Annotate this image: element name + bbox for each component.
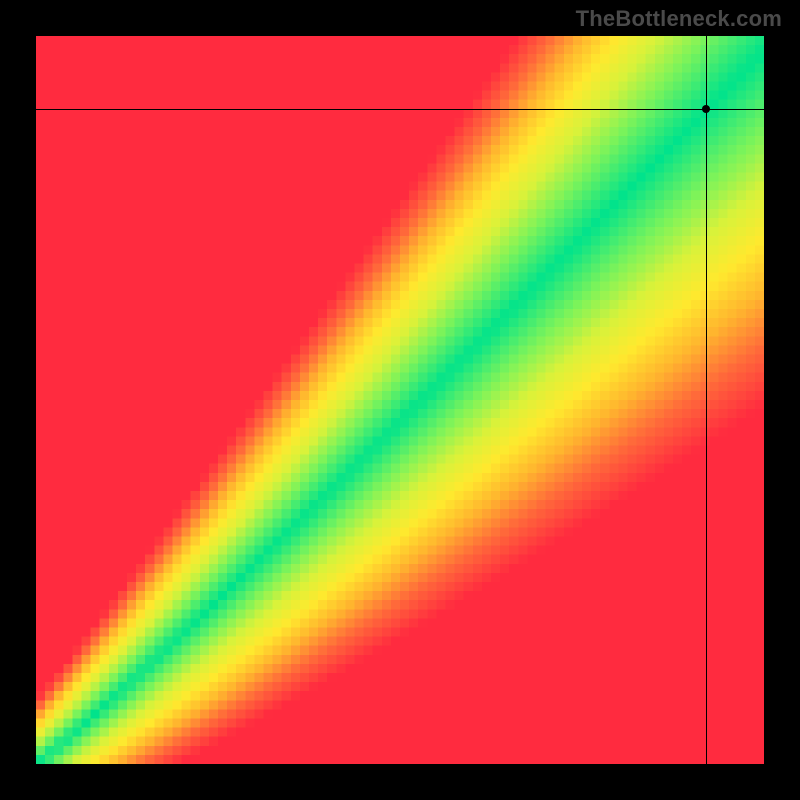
marker-point <box>702 105 710 113</box>
watermark-text: TheBottleneck.com <box>576 6 782 32</box>
crosshair-vertical <box>706 36 707 764</box>
heatmap-canvas <box>36 36 764 764</box>
chart-stage: TheBottleneck.com <box>0 0 800 800</box>
crosshair-horizontal <box>36 109 764 110</box>
plot-area <box>36 36 764 764</box>
